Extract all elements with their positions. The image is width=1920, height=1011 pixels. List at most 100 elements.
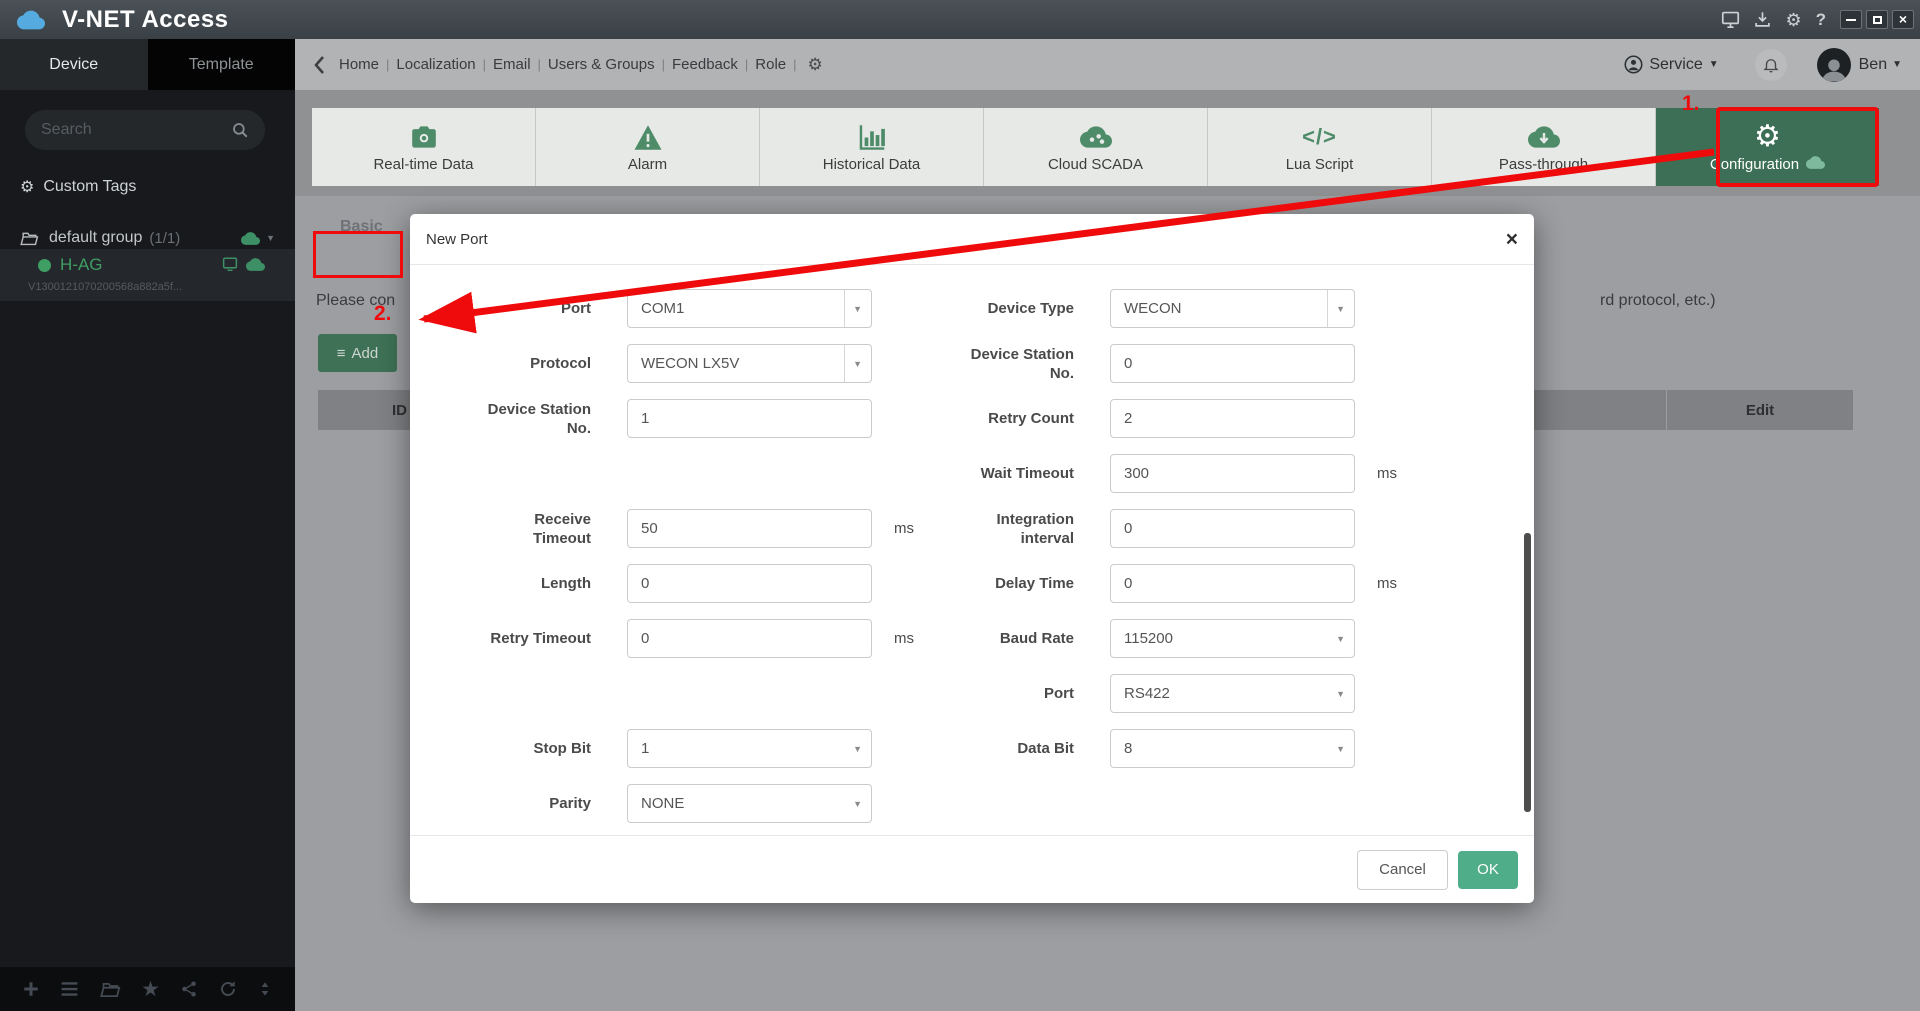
- toolbar-button-alarm[interactable]: Alarm: [536, 108, 759, 186]
- right-integration-interval-input[interactable]: 0: [1110, 509, 1355, 548]
- left-receive-timeout-input[interactable]: 50: [627, 509, 872, 548]
- unit-label: ms: [1377, 575, 1397, 592]
- chevron-down-icon: ▼: [1336, 633, 1345, 644]
- gear-icon[interactable]: ⚙: [808, 55, 823, 75]
- dialog-title: New Port: [426, 230, 488, 248]
- toolbar-button-label: Cloud SCADA: [1047, 156, 1144, 173]
- chevron-down-icon: ▼: [853, 303, 862, 314]
- form-row: Length 0 Delay Time 0 ms: [410, 564, 1534, 603]
- form-row: Wait Timeout 300 ms: [410, 454, 1534, 493]
- help-icon[interactable]: ?: [1816, 11, 1826, 28]
- gear-icon: ⚙: [1754, 120, 1781, 153]
- monitor-icon[interactable]: [1721, 11, 1740, 28]
- right-baud-rate-select[interactable]: 115200 ▼: [1110, 619, 1355, 658]
- search-box[interactable]: Search: [25, 110, 265, 150]
- selected-value: WECON LX5V: [641, 355, 740, 372]
- gear-icon[interactable]: ⚙: [1785, 11, 1801, 29]
- left-port-select[interactable]: COM1 ▼: [627, 289, 872, 328]
- alarm-icon: [633, 121, 663, 153]
- chevron-down-icon: ▼: [1708, 59, 1719, 70]
- bell-icon: [1762, 58, 1779, 72]
- right-device-type-select[interactable]: WECON ▼: [1110, 289, 1355, 328]
- online-status-dot: [38, 259, 51, 272]
- user-name[interactable]: Ben: [1859, 56, 1887, 74]
- dialog-close-button[interactable]: ×: [1506, 229, 1518, 250]
- form-row: Port COM1 ▼ Device Type WECON ▼: [410, 289, 1534, 328]
- chevron-down-icon: ▼: [1336, 688, 1345, 699]
- plus-icon[interactable]: [22, 980, 40, 998]
- add-button-label: Add: [351, 344, 379, 362]
- toolbar-button-lua-script[interactable]: </> Lua Script: [1208, 108, 1431, 186]
- service-dropdown[interactable]: Service ▼: [1624, 55, 1719, 74]
- notification-bell-button[interactable]: [1754, 48, 1787, 81]
- toolbar-button-real-time-data[interactable]: Real-time Data: [312, 108, 535, 186]
- right-data-bit-label: Data Bit: [1017, 740, 1074, 757]
- toolbar-button-label: Alarm: [627, 156, 668, 173]
- left-stop-bit-select[interactable]: 1 ▼: [627, 729, 872, 768]
- right-baud-rate-label: Baud Rate: [999, 630, 1074, 647]
- breadcrumb-separator: |: [661, 57, 666, 72]
- avatar[interactable]: [1816, 47, 1851, 82]
- selected-value: RS422: [1124, 685, 1170, 702]
- list-icon: ≡: [336, 344, 346, 362]
- star-icon[interactable]: ★: [141, 979, 160, 1000]
- minimize-button[interactable]: [1840, 10, 1862, 29]
- toolbar-button-cloud-scada[interactable]: Cloud SCADA: [984, 108, 1207, 186]
- unit-label: ms: [894, 520, 914, 537]
- right-delay-time-input[interactable]: 0: [1110, 564, 1355, 603]
- right-retry-count-input[interactable]: 2: [1110, 399, 1355, 438]
- chevron-down-icon: ▼: [853, 358, 862, 369]
- cancel-button[interactable]: Cancel: [1357, 849, 1448, 890]
- device-row[interactable]: H-AG V1300121070200568a882a5f...: [0, 249, 295, 301]
- chevron-down-icon: ▼: [1336, 743, 1345, 754]
- right-data-bit-select[interactable]: 8 ▼: [1110, 729, 1355, 768]
- right-wait-timeout-input[interactable]: 300: [1110, 454, 1355, 493]
- tab-basic[interactable]: Basic: [340, 218, 383, 236]
- share-icon[interactable]: [180, 980, 198, 998]
- tab-template[interactable]: Template: [147, 39, 295, 90]
- right-device-station-no-input[interactable]: 0: [1110, 344, 1355, 383]
- right-device-station-no-label: Device Station No.: [970, 345, 1074, 382]
- breadcrumb-item-feedback[interactable]: Feedback: [672, 56, 738, 73]
- breadcrumb-item-home[interactable]: Home: [339, 56, 379, 73]
- ok-button[interactable]: OK: [1458, 850, 1518, 889]
- refresh-icon[interactable]: [219, 980, 237, 998]
- cloud-icon: [246, 257, 265, 271]
- breadcrumb-item-role[interactable]: Role: [755, 56, 786, 73]
- toolbar-button-historical-data[interactable]: Historical Data: [760, 108, 983, 186]
- titlebar-system-icons: ⚙?: [1721, 11, 1826, 29]
- search-input[interactable]: Search: [41, 121, 231, 139]
- left-retry-timeout-label: Retry Timeout: [490, 630, 591, 647]
- sort-icon[interactable]: [257, 980, 273, 998]
- right-integration-interval-label: Integration interval: [996, 510, 1075, 547]
- toolbar-button-configuration[interactable]: ⚙ Configuration: [1656, 108, 1879, 186]
- left-parity-select[interactable]: NONE ▼: [627, 784, 872, 823]
- toolbar-button-label: Real-time Data: [373, 156, 474, 173]
- breadcrumb-item-localization[interactable]: Localization: [396, 56, 475, 73]
- download-icon[interactable]: [1754, 11, 1771, 28]
- chevron-down-icon[interactable]: ▼: [266, 233, 275, 243]
- cloud-icon: [1806, 156, 1826, 173]
- dialog-body: Port COM1 ▼ Device Type WECON ▼ Protocol WECON …: [410, 265, 1534, 823]
- tab-device[interactable]: Device: [0, 39, 148, 90]
- toolbar-button-label: Lua Script: [1285, 156, 1354, 173]
- chevron-down-icon: ▼: [1892, 59, 1902, 70]
- menu-icon[interactable]: [60, 981, 79, 997]
- add-button[interactable]: ≡ Add: [318, 334, 397, 372]
- breadcrumb-item-email[interactable]: Email: [493, 56, 531, 73]
- left-device-station-no-input[interactable]: 1: [627, 399, 872, 438]
- sidebar-item-custom-tags[interactable]: ⚙ Custom Tags: [20, 177, 136, 197]
- toolbar-button-pass-through[interactable]: Pass-through: [1432, 108, 1655, 186]
- close-button[interactable]: ×: [1892, 10, 1914, 29]
- cloud-download-icon: [1527, 121, 1560, 153]
- back-chevron-icon[interactable]: [313, 55, 325, 75]
- dialog-scrollbar[interactable]: [1524, 533, 1531, 812]
- left-protocol-select[interactable]: WECON LX5V ▼: [627, 344, 872, 383]
- folder-open-icon[interactable]: [99, 981, 121, 998]
- right-port-select[interactable]: RS422 ▼: [1110, 674, 1355, 713]
- left-retry-timeout-input[interactable]: 0: [627, 619, 872, 658]
- toolbar-button-label: Historical Data: [822, 156, 921, 173]
- breadcrumb-item-users-groups[interactable]: Users & Groups: [548, 56, 655, 73]
- left-length-input[interactable]: 0: [627, 564, 872, 603]
- maximize-button[interactable]: [1866, 10, 1888, 29]
